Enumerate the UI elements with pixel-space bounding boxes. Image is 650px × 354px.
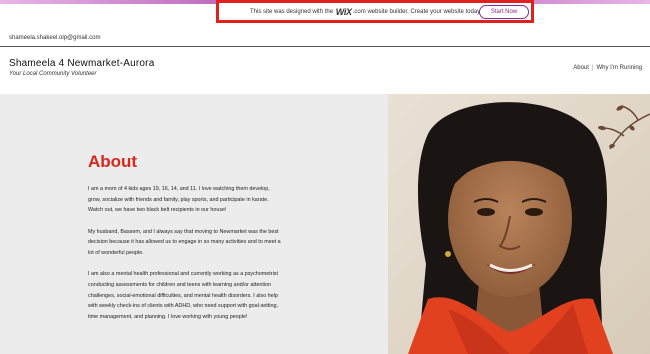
contact-email[interactable]: shameela.shakeel.olp@gmail.com — [9, 35, 100, 41]
wix-banner-text-before: This site was designed with the — [250, 8, 334, 15]
site-tagline: Your Local Community Volunteer — [9, 71, 97, 77]
about-paragraph: My husband, Bassem, and I always say tha… — [88, 228, 281, 257]
wix-logo-suffix: .com — [352, 8, 366, 15]
about-paragraph: I am a mom of 4 kids ages 19, 16, 14, an… — [88, 186, 270, 214]
portrait-image — [388, 94, 650, 354]
nav-item-why-im-running[interactable]: Why I'm Running — [594, 65, 646, 71]
wix-logo[interactable]: WiX — [336, 7, 352, 17]
site-title[interactable]: Shameela 4 Newmarket-Aurora — [9, 58, 154, 69]
header-divider — [0, 46, 650, 47]
nav-item-about[interactable]: About — [570, 65, 592, 71]
about-text: I am a mom of 4 kids ages 19, 16, 14, an… — [88, 184, 283, 333]
main-nav: About | Why I'm Running — [570, 65, 645, 71]
start-now-button[interactable]: Start Now — [479, 5, 529, 19]
about-paragraph: I am also a mental health professional a… — [88, 271, 278, 321]
wix-promo-banner: This site was designed with the WiX .com … — [216, 0, 534, 23]
wix-banner-text-after: website builder. Create your website tod… — [367, 8, 482, 15]
portrait-photo — [388, 94, 650, 354]
about-heading: About — [88, 152, 138, 171]
